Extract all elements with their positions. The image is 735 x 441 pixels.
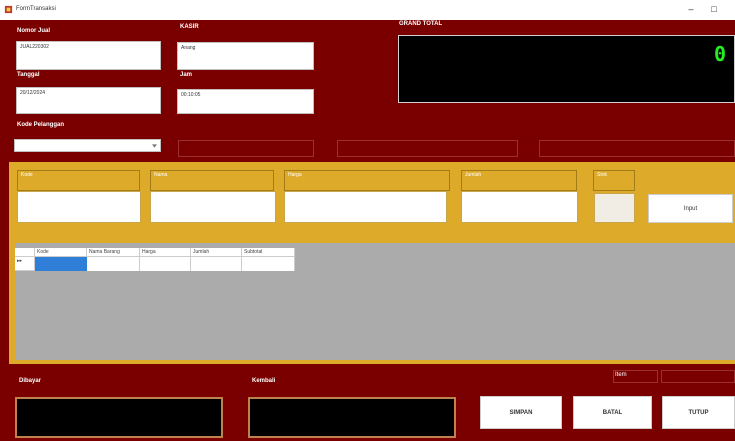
kode-pelanggan-label: Kode Pelanggan bbox=[17, 122, 65, 128]
kembali-label: Kembali bbox=[252, 378, 276, 384]
item-count-field bbox=[661, 370, 735, 383]
title-bar: FormTransaksi – □ bbox=[0, 0, 735, 20]
aux-field-3 bbox=[539, 140, 735, 157]
minimize-button[interactable]: – bbox=[684, 3, 698, 15]
transaction-grid[interactable]: Kode Nama Barang Harga Jumlah Subtotal ▸… bbox=[15, 243, 735, 360]
jam-field[interactable]: 00:10:05 bbox=[177, 89, 314, 114]
harga-input[interactable] bbox=[284, 191, 447, 223]
jumlah-input[interactable] bbox=[461, 191, 578, 223]
kode-label: Kode bbox=[17, 170, 140, 191]
grand-total-display: 0 bbox=[398, 35, 735, 103]
row-selector[interactable]: ▸▸ bbox=[15, 257, 35, 271]
grid-corner-cell bbox=[15, 248, 35, 257]
tutup-button[interactable]: TUTUP bbox=[662, 396, 735, 429]
kembali-field bbox=[248, 397, 456, 438]
item-label-frame bbox=[613, 370, 658, 383]
kasir-field[interactable]: Anang bbox=[177, 42, 314, 70]
column-header-kode[interactable]: Kode bbox=[35, 248, 87, 257]
nomor-jual-field[interactable]: JUAL220302 bbox=[16, 41, 161, 70]
dibayar-label: Dibayar bbox=[19, 378, 42, 384]
input-button[interactable]: Input bbox=[648, 194, 733, 223]
column-header-jumlah[interactable]: Jumlah bbox=[191, 248, 242, 257]
maximize-button[interactable]: □ bbox=[707, 3, 721, 15]
kode-input[interactable] bbox=[17, 191, 141, 223]
aux-field-1 bbox=[178, 140, 314, 157]
grid-cell-subtotal[interactable] bbox=[242, 257, 295, 271]
grid-cell-jumlah[interactable] bbox=[191, 257, 242, 271]
batal-button[interactable]: BATAL bbox=[573, 396, 652, 429]
grand-total-label: GRAND TOTAL bbox=[399, 21, 443, 27]
nomor-jual-label: Nomor Jual bbox=[17, 28, 51, 34]
column-header-harga[interactable]: Harga bbox=[140, 248, 191, 257]
stok-field bbox=[594, 193, 635, 223]
harga-label: Harga bbox=[284, 170, 450, 191]
grid-header-row: Kode Nama Barang Harga Jumlah Subtotal bbox=[15, 248, 295, 257]
tanggal-field[interactable]: 20/12/2024 bbox=[16, 87, 161, 114]
kasir-label: KASIR bbox=[180, 24, 199, 30]
column-header-nama-barang[interactable]: Nama Barang bbox=[87, 248, 140, 257]
stok-label: Stok bbox=[593, 170, 635, 191]
aux-field-2 bbox=[337, 140, 518, 157]
window-title: FormTransaksi bbox=[16, 6, 56, 12]
grand-total-value: 0 bbox=[713, 42, 726, 66]
table-row[interactable]: ▸▸ bbox=[15, 257, 295, 271]
grid-cell-harga[interactable] bbox=[140, 257, 191, 271]
kode-pelanggan-select[interactable] bbox=[14, 139, 161, 152]
dibayar-field[interactable] bbox=[15, 397, 223, 438]
jumlah-label: Jumlah bbox=[461, 170, 577, 191]
nama-input[interactable] bbox=[150, 191, 276, 223]
grid-cell-kode[interactable] bbox=[35, 257, 87, 271]
column-header-subtotal[interactable]: Subtotal bbox=[242, 248, 295, 257]
grid-cell-nama-barang[interactable] bbox=[87, 257, 140, 271]
simpan-button[interactable]: SIMPAN bbox=[480, 396, 562, 429]
nama-label: Nama bbox=[150, 170, 274, 191]
tanggal-label: Tanggal bbox=[17, 72, 40, 78]
app-icon bbox=[4, 5, 13, 14]
jam-label: Jam bbox=[180, 72, 193, 78]
chevron-down-icon bbox=[152, 144, 157, 148]
